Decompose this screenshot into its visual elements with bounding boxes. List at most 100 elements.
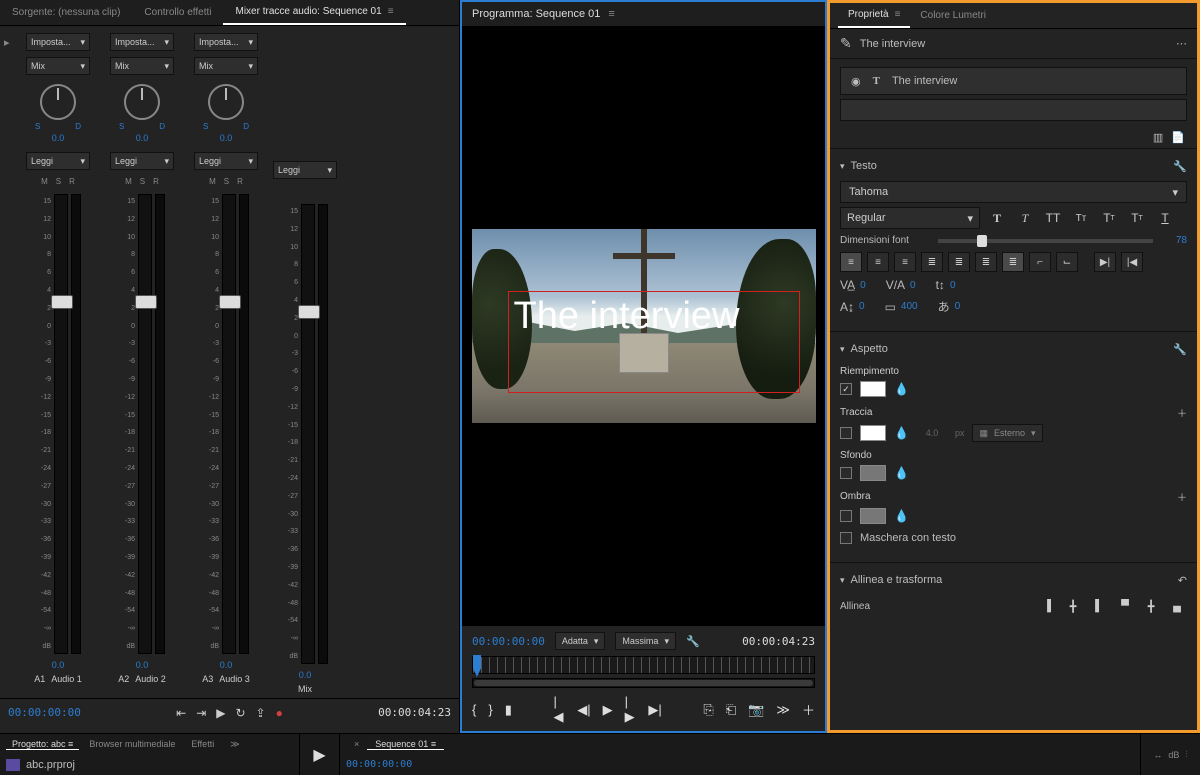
italic-button[interactable]: T <box>1014 207 1036 229</box>
stroke-color-swatch[interactable] <box>860 425 886 441</box>
underline-button[interactable]: T <box>1154 207 1176 229</box>
text-layer-row[interactable]: ◉ T The interview <box>840 67 1187 95</box>
tab-controllo-effetti[interactable]: Controllo effetti <box>132 0 223 25</box>
fader-handle[interactable] <box>51 295 73 309</box>
eye-visibility-icon[interactable]: ◉ <box>851 75 861 88</box>
add-shadow-icon[interactable]: ＋ <box>1177 489 1187 504</box>
smallcaps-button[interactable]: Tᴛ <box>1070 207 1092 229</box>
mixer-timecode-in[interactable]: 00:00:00:00 <box>8 706 81 719</box>
go-to-in-icon[interactable]: ⇤ <box>176 706 186 720</box>
quality-dropdown[interactable]: Massima▾ <box>615 632 676 650</box>
tab-overflow-icon[interactable]: ≫ <box>224 739 245 750</box>
mute-button[interactable]: M <box>41 177 48 186</box>
strip-expand-toggle[interactable]: ▸ <box>4 30 14 694</box>
automation-mode-dropdown[interactable]: Leggi▾ <box>194 152 258 170</box>
bold-button[interactable]: T <box>986 207 1008 229</box>
play-icon[interactable]: ▶ <box>216 706 225 720</box>
add-marker-icon[interactable]: ▮ <box>505 702 512 718</box>
mark-out-icon[interactable]: } <box>488 702 492 717</box>
output-assign-dropdown[interactable]: Imposta...▾ <box>26 33 90 51</box>
lift-icon[interactable]: ⎘ <box>703 702 713 718</box>
track-name[interactable]: Audio 1 <box>51 674 82 684</box>
font-style-dropdown[interactable]: Regular▾ <box>840 207 980 229</box>
timeline-tab-sequence[interactable]: Sequence 01 ≡ <box>367 739 444 750</box>
program-scrollbar[interactable] <box>472 678 815 688</box>
mask-with-text-checkbox[interactable] <box>840 532 852 544</box>
submix-dropdown[interactable]: Mix▾ <box>26 57 90 75</box>
eyedropper-icon[interactable]: 💧 <box>894 382 909 396</box>
mark-in-icon[interactable]: { <box>472 702 476 717</box>
wrench-icon[interactable]: 🔧 <box>1173 160 1187 173</box>
step-forward-icon[interactable]: |▶ <box>625 694 637 725</box>
more-options-icon[interactable]: ⋯ <box>1176 37 1187 50</box>
empty-layer-slot[interactable] <box>840 99 1187 121</box>
align-center-button[interactable]: ≡ <box>867 252 889 272</box>
align-right-icon[interactable]: ▌ <box>1089 597 1109 615</box>
project-file-name[interactable]: abc.prproj <box>26 759 75 771</box>
program-time-ruler[interactable] <box>472 656 815 674</box>
export-frame-icon[interactable]: 📷 <box>748 702 764 718</box>
add-stroke-icon[interactable]: ＋ <box>1177 405 1187 420</box>
record-icon[interactable]: ● <box>276 706 283 720</box>
subscript-button[interactable]: TT <box>1126 207 1148 229</box>
text-layer-name[interactable]: The interview <box>892 75 957 87</box>
tsume-value[interactable]: 400 <box>901 301 918 312</box>
align-hcenter-icon[interactable]: ╋ <box>1063 597 1083 615</box>
title-text-overlay[interactable]: The interview <box>514 295 740 338</box>
zoom-fit-dropdown[interactable]: Adatta▾ <box>555 632 606 650</box>
justify-right-button[interactable]: ≣ <box>975 252 997 272</box>
eyedropper-icon[interactable]: 💧 <box>894 509 909 523</box>
align-left-button[interactable]: ≡ <box>840 252 862 272</box>
extract-icon[interactable]: ⎗ <box>726 702 736 718</box>
wrench-icon[interactable]: 🔧 <box>1173 343 1187 356</box>
fill-enable-checkbox[interactable] <box>840 383 852 395</box>
solo-button[interactable]: S <box>56 177 61 186</box>
source-play-icon[interactable]: ▶ <box>300 734 340 775</box>
go-to-out-icon[interactable]: ▶| <box>648 702 661 718</box>
superscript-button[interactable]: TT <box>1098 207 1120 229</box>
step-back-icon[interactable]: ◀| <box>577 702 590 718</box>
panel-menu-icon[interactable]: ≡ <box>608 8 614 20</box>
eyedropper-icon[interactable]: 💧 <box>894 426 909 440</box>
automation-mode-dropdown[interactable]: Leggi▾ <box>26 152 90 170</box>
font-size-value[interactable]: 78 <box>1161 235 1187 246</box>
font-size-slider[interactable] <box>938 239 1153 243</box>
fill-color-swatch[interactable] <box>860 381 886 397</box>
section-aspetto-header[interactable]: ▾ Aspetto 🔧 <box>840 338 1187 360</box>
tsume2-value[interactable]: 0 <box>955 301 961 312</box>
wrench-settings-icon[interactable]: 🔧 <box>686 635 700 648</box>
align-right-button[interactable]: ≡ <box>894 252 916 272</box>
stroke-width-value[interactable]: 4.0 <box>917 428 947 438</box>
tab-mixer-audio[interactable]: Mixer tracce audio: Sequence 01≡ <box>223 0 405 25</box>
allcaps-button[interactable]: TT <box>1042 207 1064 229</box>
stroke-enable-checkbox[interactable] <box>840 427 852 439</box>
ltr-button[interactable]: ▶| <box>1094 252 1116 272</box>
pan-value[interactable]: 0.0 <box>52 133 65 143</box>
reset-icon[interactable]: ↶ <box>1178 574 1187 587</box>
project-file-icon[interactable] <box>6 759 20 771</box>
background-enable-checkbox[interactable] <box>840 467 852 479</box>
section-allinea-header[interactable]: ▾ Allinea e trasforma ↶ <box>840 569 1187 591</box>
go-to-out-icon[interactable]: ⇥ <box>196 706 206 720</box>
tab-browser-multimediale[interactable]: Browser multimediale <box>83 739 181 749</box>
section-testo-header[interactable]: ▾ Testo 🔧 <box>840 155 1187 177</box>
stroke-position-dropdown[interactable]: ▦Esterno▾ <box>972 424 1042 442</box>
tab-progetto[interactable]: Progetto: abc ≡ <box>6 739 79 750</box>
panel-menu-icon[interactable]: ≡ <box>388 6 394 17</box>
automation-mode-dropdown[interactable]: Leggi▾ <box>110 152 174 170</box>
shadow-color-swatch[interactable] <box>860 508 886 524</box>
background-color-swatch[interactable] <box>860 465 886 481</box>
justify-center-button[interactable]: ≣ <box>948 252 970 272</box>
automation-mode-dropdown[interactable]: Leggi▾ <box>273 161 337 179</box>
play-icon[interactable]: ▶ <box>603 702 613 718</box>
justify-full-button[interactable]: ≣ <box>1002 252 1024 272</box>
kerning-value[interactable]: 0 <box>910 280 916 291</box>
new-from-file-icon[interactable]: ▥ <box>1153 131 1163 144</box>
volume-fader[interactable] <box>54 194 68 654</box>
baseline-value[interactable]: 0 <box>859 301 865 312</box>
submix-dropdown[interactable]: Mix▾ <box>194 57 258 75</box>
new-layer-icon[interactable]: 📄 <box>1171 131 1185 144</box>
justify-left-button[interactable]: ≣ <box>921 252 943 272</box>
pan-knob[interactable] <box>124 84 160 120</box>
leading-value[interactable]: 0 <box>950 280 956 291</box>
